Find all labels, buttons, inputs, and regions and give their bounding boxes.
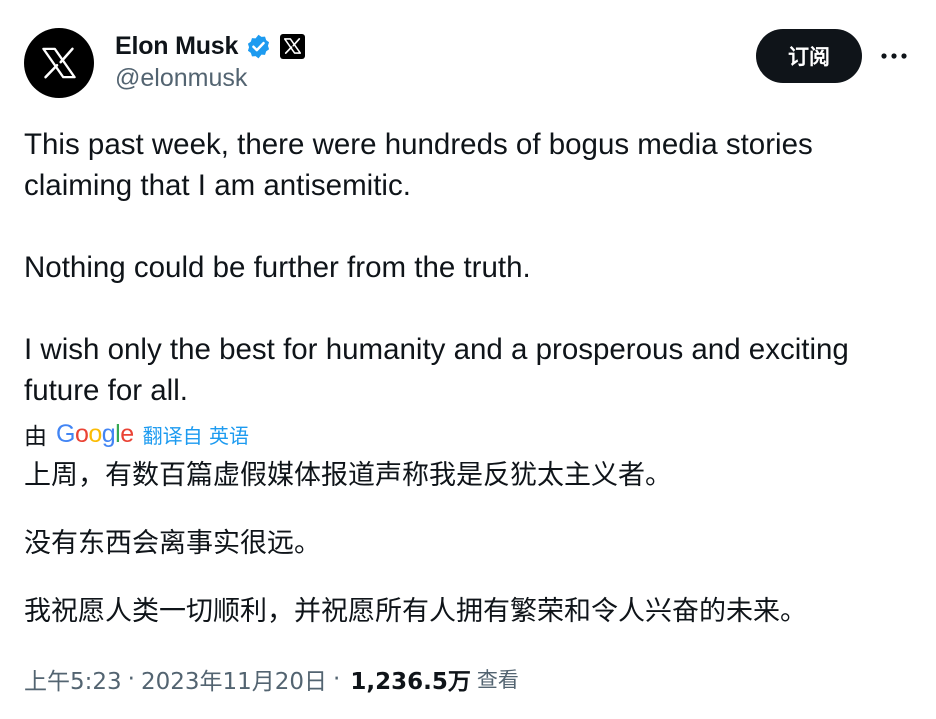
avatar[interactable] [24,28,94,98]
translated-by-label: 由 [24,424,47,450]
subscribe-button[interactable]: 订阅 [756,29,862,83]
tweet-meta: 上午5:23 · 2023年11月20日 · 1,236.5万 查看 [24,660,519,698]
author-display-name[interactable]: Elon Musk [115,32,238,61]
translated-paragraph: 上周，有数百篇虚假媒体报道声称我是反犹太主义者。 [24,460,672,491]
verified-badge-icon[interactable] [245,33,272,60]
translated-paragraph: 我祝愿人类一切顺利，并祝愿所有人拥有繁荣和令人兴奋的未来。 [24,596,807,627]
google-logo: Google [56,419,134,448]
translated-from-link[interactable]: 翻译自 英语 [143,420,249,449]
translated-paragraph: 没有东西会离事实很远。 [24,528,321,559]
tweet-paragraph: I wish only the best for humanity and a … [24,333,849,407]
translation-attribution: 由 Google 翻译自 英语 [24,416,249,452]
author-handle[interactable]: @elonmusk [115,64,247,93]
tweet-date[interactable]: 2023年11月20日 [141,662,327,696]
x-affiliation-badge-icon[interactable] [280,33,306,59]
tweet-time[interactable]: 上午5:23 [24,662,122,696]
tweet-paragraph: Nothing could be further from the truth. [24,251,531,284]
x-logo-icon [42,47,76,79]
tweet-text: This past week, there were hundreds of b… [24,124,904,411]
meta-separator: · [333,666,341,692]
meta-separator: · [127,666,135,692]
views-label: 查看 [476,668,519,692]
more-options-icon[interactable] [878,44,910,68]
tweet-paragraph: This past week, there were hundreds of b… [24,128,813,202]
author-name-row: Elon Musk [115,30,306,62]
views-count[interactable]: 1,236.5万 [350,662,471,696]
translated-text: 上周，有数百篇虚假媒体报道声称我是反犹太主义者。 没有东西会离事实很远。 我祝愿… [24,456,914,632]
